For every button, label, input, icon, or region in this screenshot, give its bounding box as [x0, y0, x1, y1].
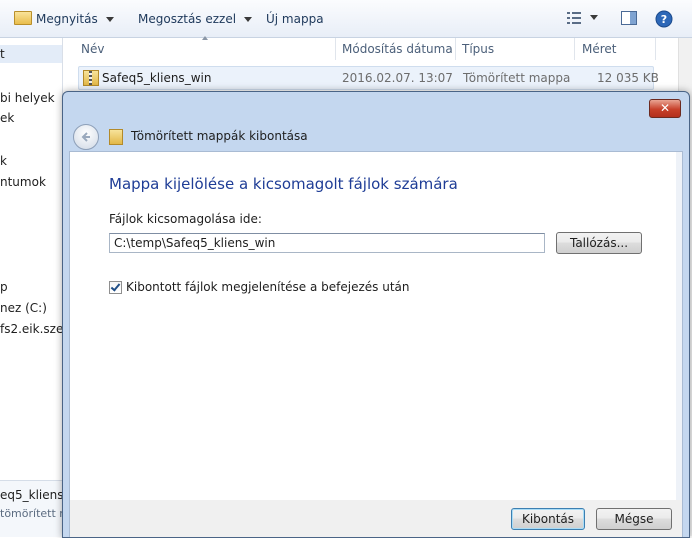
dialog-header: Tömörített mappák kibontása — [69, 124, 681, 152]
nav-item-documents[interactable]: ntumok — [0, 175, 46, 189]
cancel-button[interactable]: Mégse — [596, 508, 672, 530]
nav-item[interactable]: t — [0, 47, 5, 61]
preview-pane-icon[interactable] — [620, 10, 638, 26]
column-divider[interactable] — [574, 38, 575, 60]
chevron-down-icon — [105, 17, 114, 22]
details-file-name: eq5_kliens_ — [0, 488, 70, 502]
help-icon[interactable]: ? — [655, 10, 673, 28]
sort-ascending-icon — [202, 36, 208, 40]
chevron-down-icon — [244, 17, 253, 22]
nav-item-network-share[interactable]: fs2.eik.sze.h — [0, 322, 62, 336]
nav-item[interactable]: ek — [0, 111, 14, 125]
zip-folder-icon — [109, 129, 123, 145]
extract-path-input[interactable]: C:\temp\Safeq5_kliens_win — [109, 233, 545, 253]
column-divider[interactable] — [655, 38, 656, 60]
file-row[interactable]: Safeq5_kliens_win 2016.02.07. 13:07 Tömö… — [78, 66, 659, 90]
column-divider[interactable] — [335, 38, 336, 60]
extract-to-label: Fájlok kicsomagolása ide: — [109, 212, 262, 226]
file-modified: 2016.02.07. 13:07 — [342, 71, 453, 85]
share-with-label: Megosztás ezzel — [138, 12, 237, 26]
share-with-button[interactable]: Megosztás ezzel — [138, 11, 253, 27]
zip-folder-icon — [83, 70, 99, 86]
view-list-icon[interactable] — [566, 10, 584, 26]
extract-dialog: ✕ Tömörített mappák kibontása Mappa kije… — [62, 91, 690, 538]
file-name: Safeq5_kliens_win — [102, 71, 212, 85]
nav-item-local-disk[interactable]: nez (C:) — [0, 301, 47, 315]
main-instruction: Mappa kijelölése a kicsomagolt fájlok sz… — [109, 175, 458, 193]
dialog-scroll-track — [676, 152, 682, 502]
column-header-size[interactable]: Méret — [582, 38, 617, 60]
nav-item-recent-places[interactable]: bi helyek — [0, 91, 55, 105]
view-chevron-down-icon[interactable] — [590, 15, 598, 21]
dialog-footer: Kibontás Mégse — [69, 500, 683, 537]
explorer-toolbar: Megnyitás Megosztás ezzel Új mappa ? — [0, 0, 692, 38]
extract-button[interactable]: Kibontás — [511, 508, 585, 530]
show-files-checkbox[interactable] — [109, 281, 122, 294]
back-button[interactable] — [73, 124, 99, 150]
back-arrow-icon — [81, 132, 90, 142]
column-header-modified[interactable]: Módosítás dátuma — [342, 38, 453, 60]
open-menu-label: Megnyitás — [36, 12, 98, 26]
dialog-content: Mappa kijelölése a kicsomagolt fájlok sz… — [69, 151, 683, 503]
column-header-name[interactable]: Név — [81, 38, 104, 60]
nav-selection-highlight — [0, 45, 62, 63]
folder-open-icon — [14, 11, 32, 25]
column-divider[interactable] — [455, 38, 456, 60]
show-files-label: Kibontott fájlok megjelenítése a befejez… — [126, 280, 410, 294]
new-folder-label: Új mappa — [266, 12, 324, 26]
open-menu-button[interactable]: Megnyitás — [14, 11, 114, 27]
details-pane: eq5_kliens_ tömörített map — [0, 480, 84, 537]
svg-text:?: ? — [661, 13, 667, 26]
navigation-pane: t bi helyek ek k ntumok p nez (C:) fs2.e… — [0, 38, 63, 536]
column-header-type[interactable]: Típus — [462, 38, 494, 60]
nav-item[interactable]: p — [0, 280, 8, 294]
new-folder-button[interactable]: Új mappa — [266, 11, 324, 27]
file-type: Tömörített mappa — [463, 71, 571, 85]
nav-item[interactable]: k — [0, 154, 7, 168]
dialog-title: Tömörített mappák kibontása — [131, 129, 308, 143]
close-icon: ✕ — [659, 101, 671, 115]
close-button[interactable]: ✕ — [649, 99, 681, 118]
browse-button[interactable]: Tallózás... — [556, 232, 642, 254]
file-size: 12 035 KB — [597, 71, 659, 85]
